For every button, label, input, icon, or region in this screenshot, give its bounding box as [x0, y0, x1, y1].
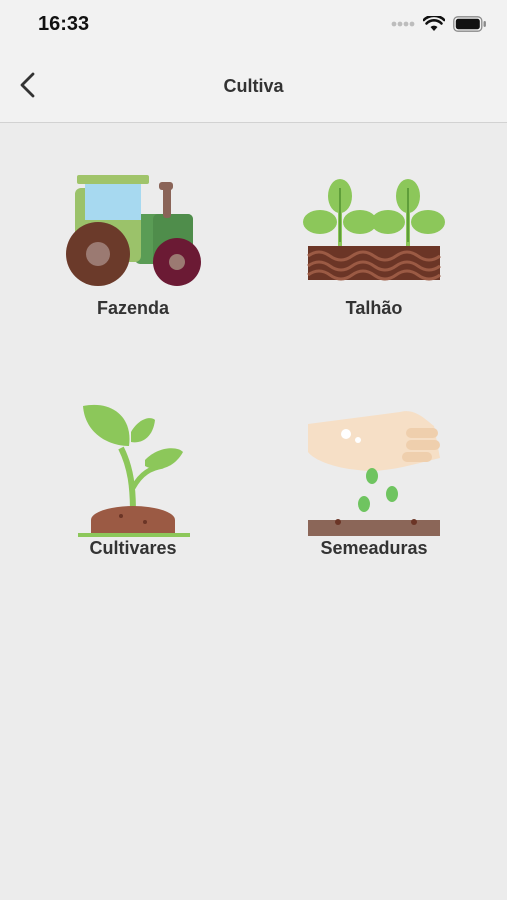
page-title: Cultiva	[223, 76, 284, 96]
sprout-icon	[78, 404, 190, 537]
menu-label: Fazenda	[96, 298, 170, 318]
status-icons	[391, 14, 487, 34]
menu-label: Cultivares	[89, 538, 177, 558]
tractor-icon	[66, 175, 201, 286]
battery-icon	[453, 16, 486, 32]
navigation-bar: Cultiva	[0, 48, 507, 123]
sowing-hand-icon	[308, 411, 440, 536]
wifi-icon	[423, 16, 445, 31]
signal-icon	[391, 21, 415, 27]
menu-item-cultivares[interactable]: Cultivares	[33, 398, 233, 568]
menu-label: Semeaduras	[320, 538, 428, 558]
field-plot-icon	[303, 179, 445, 281]
menu-label: Talhão	[345, 298, 403, 318]
menu-item-semeaduras[interactable]: Semeaduras	[274, 398, 474, 568]
status-bar: 16:33	[0, 0, 507, 48]
menu-item-fazenda[interactable]: Fazenda	[33, 162, 233, 332]
status-time: 16:33	[38, 13, 90, 35]
menu-item-talhao[interactable]: Talhão	[274, 162, 474, 332]
